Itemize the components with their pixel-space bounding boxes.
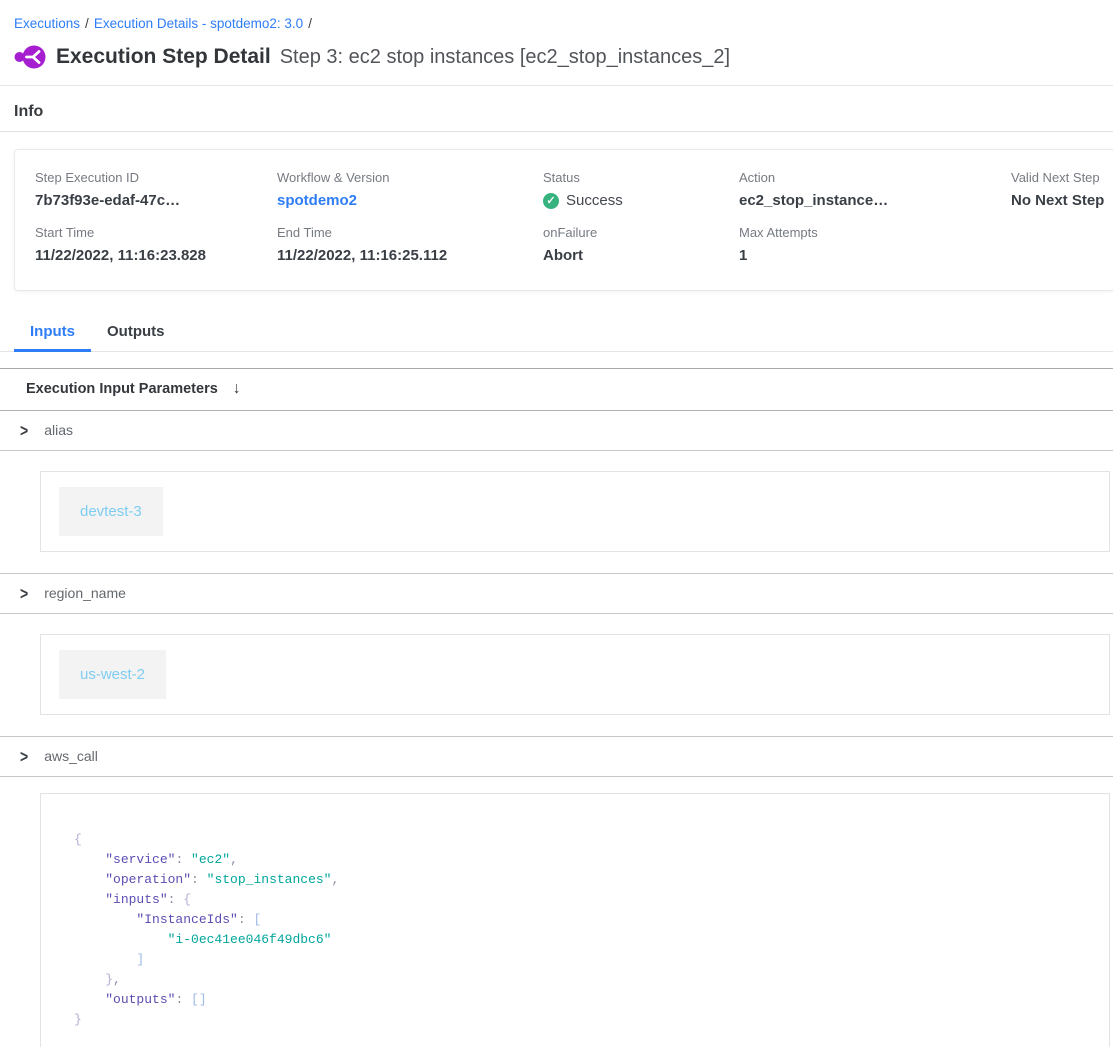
field-end-time: End Time 11/22/2022, 11:16:25.112 — [277, 225, 543, 264]
chevron-right-icon: > — [20, 420, 28, 440]
param-section-aws-call: > aws_call { "service": "ec2", "operatio… — [0, 736, 1113, 1047]
field-value: 11/22/2022, 11:16:25.112 — [277, 247, 543, 264]
field-start-time: Start Time 11/22/2022, 11:16:23.828 — [35, 225, 277, 264]
field-value: ec2_stop_instance… — [739, 192, 1011, 209]
param-value-chip: devtest-3 — [59, 487, 163, 536]
field-label: Action — [739, 170, 1011, 185]
field-action: Action ec2_stop_instance… — [739, 170, 1011, 209]
field-value: Abort — [543, 247, 739, 264]
code-container: { "service": "ec2", "operation": "stop_i… — [40, 793, 1110, 1047]
param-section-region-name: > region_name us-west-2 — [0, 573, 1113, 715]
status-badge: ✓ Success — [543, 192, 739, 209]
field-label: Valid Next Step — [1011, 170, 1113, 185]
breadcrumb-link-executions[interactable]: Executions — [14, 16, 80, 31]
breadcrumb: Executions / Execution Details - spotdemo2… — [0, 0, 1113, 31]
field-value: 11/22/2022, 11:16:23.828 — [35, 247, 277, 264]
status-text: Success — [566, 192, 623, 209]
execution-step-detail-page: Executions / Execution Details - spotdemo2… — [0, 0, 1113, 1047]
tab-bar: Inputs Outputs — [0, 323, 1113, 352]
field-value: 7b73f93e-edaf-47c… — [35, 192, 277, 209]
field-label: onFailure — [543, 225, 739, 240]
page-header: Execution Step Detail Step 3: ec2 stop i… — [14, 44, 1113, 70]
field-status: Status ✓ Success — [543, 170, 739, 209]
tab-outputs[interactable]: Outputs — [91, 323, 181, 351]
info-card: Step Execution ID 7b73f93e-edaf-47c… Wor… — [14, 149, 1113, 291]
workflow-link[interactable]: spotdemo2 — [277, 192, 543, 209]
params-heading: Execution Input Parameters — [26, 381, 218, 397]
param-section-alias: > alias devtest-3 — [0, 411, 1113, 552]
chevron-right-icon: > — [20, 746, 28, 766]
workflow-brand-icon — [14, 44, 46, 70]
field-max-attempts: Max Attempts 1 — [739, 225, 1011, 264]
field-label: Status — [543, 170, 739, 185]
field-label: Max Attempts — [739, 225, 1011, 240]
empty-cell — [1011, 225, 1113, 264]
sort-down-arrow-icon[interactable]: ↓ — [233, 380, 241, 398]
field-workflow-version: Workflow & Version spotdemo2 — [277, 170, 543, 209]
code-block: { "service": "ec2", "operation": "stop_i… — [74, 830, 1089, 1030]
divider — [0, 85, 1113, 86]
section-header-region-name[interactable]: > region_name — [0, 573, 1113, 614]
field-label: Step Execution ID — [35, 170, 277, 185]
section-header-alias[interactable]: > alias — [0, 411, 1113, 451]
section-content: devtest-3 — [40, 471, 1110, 552]
page-subtitle: Step 3: ec2 stop instances [ec2_stop_ins… — [280, 46, 730, 69]
section-name: aws_call — [44, 748, 98, 764]
divider — [0, 131, 1113, 132]
field-label: End Time — [277, 225, 543, 240]
field-value: No Next Step — [1011, 192, 1113, 209]
field-onfailure: onFailure Abort — [543, 225, 739, 264]
page-title: Execution Step Detail — [56, 45, 271, 69]
param-value-chip: us-west-2 — [59, 650, 166, 699]
execution-input-parameters-header: Execution Input Parameters ↓ — [0, 369, 1113, 411]
section-content: us-west-2 — [40, 634, 1110, 715]
success-check-icon: ✓ — [543, 193, 559, 209]
breadcrumb-separator: / — [308, 16, 312, 31]
field-label: Start Time — [35, 225, 277, 240]
info-section-heading: Info — [14, 103, 1113, 121]
field-valid-next-step: Valid Next Step No Next Step — [1011, 170, 1113, 209]
breadcrumb-link-execution-details[interactable]: Execution Details - spotdemo2: 3.0 — [94, 16, 303, 31]
section-name: alias — [44, 422, 73, 438]
section-header-aws-call[interactable]: > aws_call — [0, 736, 1113, 777]
breadcrumb-separator: / — [85, 16, 89, 31]
field-step-execution-id: Step Execution ID 7b73f93e-edaf-47c… — [35, 170, 277, 209]
chevron-right-icon: > — [20, 583, 28, 603]
section-name: region_name — [44, 585, 126, 601]
field-value: 1 — [739, 247, 1011, 264]
tab-inputs[interactable]: Inputs — [14, 323, 91, 351]
field-label: Workflow & Version — [277, 170, 543, 185]
